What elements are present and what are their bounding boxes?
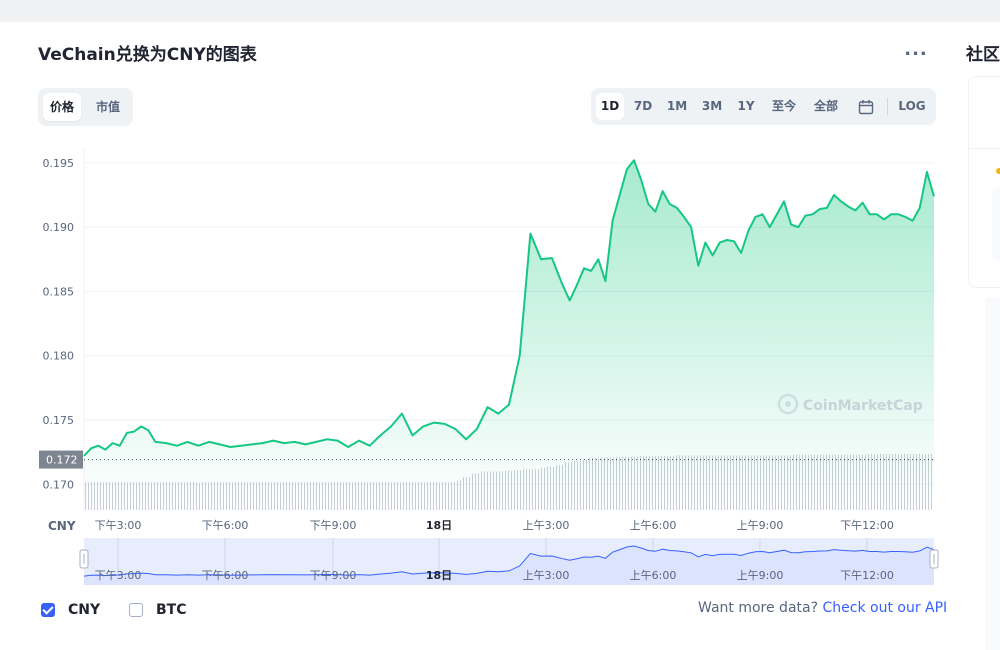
range-7d[interactable]: 7D: [629, 93, 657, 120]
y-tick-label: 0.195: [43, 157, 75, 170]
navigator-tick-label: 上午6:00: [630, 569, 677, 582]
legend-cny[interactable]: CNY: [41, 600, 100, 620]
y-tick-label: 0.175: [43, 414, 75, 427]
cny-checkbox[interactable]: [41, 603, 55, 617]
range-all[interactable]: 全部: [809, 93, 843, 120]
range-1y[interactable]: 1Y: [732, 93, 760, 120]
tab-market-cap[interactable]: 市值: [88, 93, 128, 121]
community-card-divider: [968, 148, 1000, 149]
range-1m[interactable]: 1M: [663, 93, 691, 120]
y-tick-label: 0.185: [43, 285, 75, 298]
legend-btc[interactable]: BTC: [129, 600, 187, 620]
api-promo-text: Want more data?: [698, 600, 819, 616]
x-tick-label: 18日: [426, 519, 452, 532]
x-tick-label: 下午12:00: [840, 519, 894, 532]
range-log[interactable]: LOG: [895, 93, 929, 120]
x-tick-label: 下午6:00: [202, 519, 249, 532]
current-price-label: 0.172: [46, 454, 78, 467]
y-tick-label: 0.190: [43, 221, 75, 234]
range-1d[interactable]: 1D: [596, 93, 624, 120]
range-3m[interactable]: 3M: [698, 93, 726, 120]
time-range-selector: 1D 7D 1M 3M 1Y 至今 全部 LOG: [591, 88, 936, 125]
chart-type-switch: 价格 市值: [38, 88, 133, 126]
more-options-button[interactable]: ...: [904, 41, 928, 64]
x-tick-label: 下午3:00: [95, 519, 142, 532]
range-divider: [887, 98, 888, 115]
legend-btc-label: BTC: [156, 602, 187, 618]
x-tick-label: 下午9:00: [310, 519, 357, 532]
top-bar: [0, 0, 1000, 22]
navigator-tick-label: 上午9:00: [737, 569, 784, 582]
navigator-tick-label: 下午3:00: [95, 569, 142, 582]
navigator-tick-label: 下午9:00: [310, 569, 357, 582]
side-strip: [985, 298, 1000, 650]
x-tick-label: 上午9:00: [737, 519, 784, 532]
tab-price[interactable]: 价格: [43, 93, 81, 121]
chart-title: VeChain兑换为CNY的图表: [38, 45, 257, 65]
legend-cny-label: CNY: [68, 602, 101, 618]
x-tick-label: 上午3:00: [523, 519, 570, 532]
top-bar-inner: [0, 4, 1000, 22]
navigator-tick-label: 上午3:00: [523, 569, 570, 582]
watermark-text: CoinMarketCap: [803, 398, 923, 414]
currency-axis-label: CNY: [48, 519, 76, 533]
y-tick-label: 0.170: [43, 478, 75, 491]
price-chart[interactable]: 0.195 0.190 0.185 0.180 0.175 0.170 0.172 CoinM…: [0, 140, 960, 590]
y-tick-label: 0.180: [43, 350, 75, 363]
navigator-tick-label: 下午6:00: [202, 569, 249, 582]
navigator-tick-label: 18日: [426, 569, 452, 582]
community-placeholder: [992, 188, 1000, 262]
api-link[interactable]: Check out our API: [822, 600, 947, 616]
x-tick-label: 上午6:00: [630, 519, 677, 532]
api-promo: Want more data? Check out our API: [698, 600, 947, 616]
navigator-tick-label: 下午12:00: [840, 569, 894, 582]
community-title: 社区: [966, 45, 1000, 65]
price-area: [84, 160, 934, 511]
community-dot: [996, 168, 1000, 174]
calendar-button[interactable]: [851, 93, 881, 120]
range-ytd[interactable]: 至今: [767, 93, 801, 120]
calendar-icon: [858, 100, 874, 115]
btc-checkbox[interactable]: [129, 603, 143, 617]
